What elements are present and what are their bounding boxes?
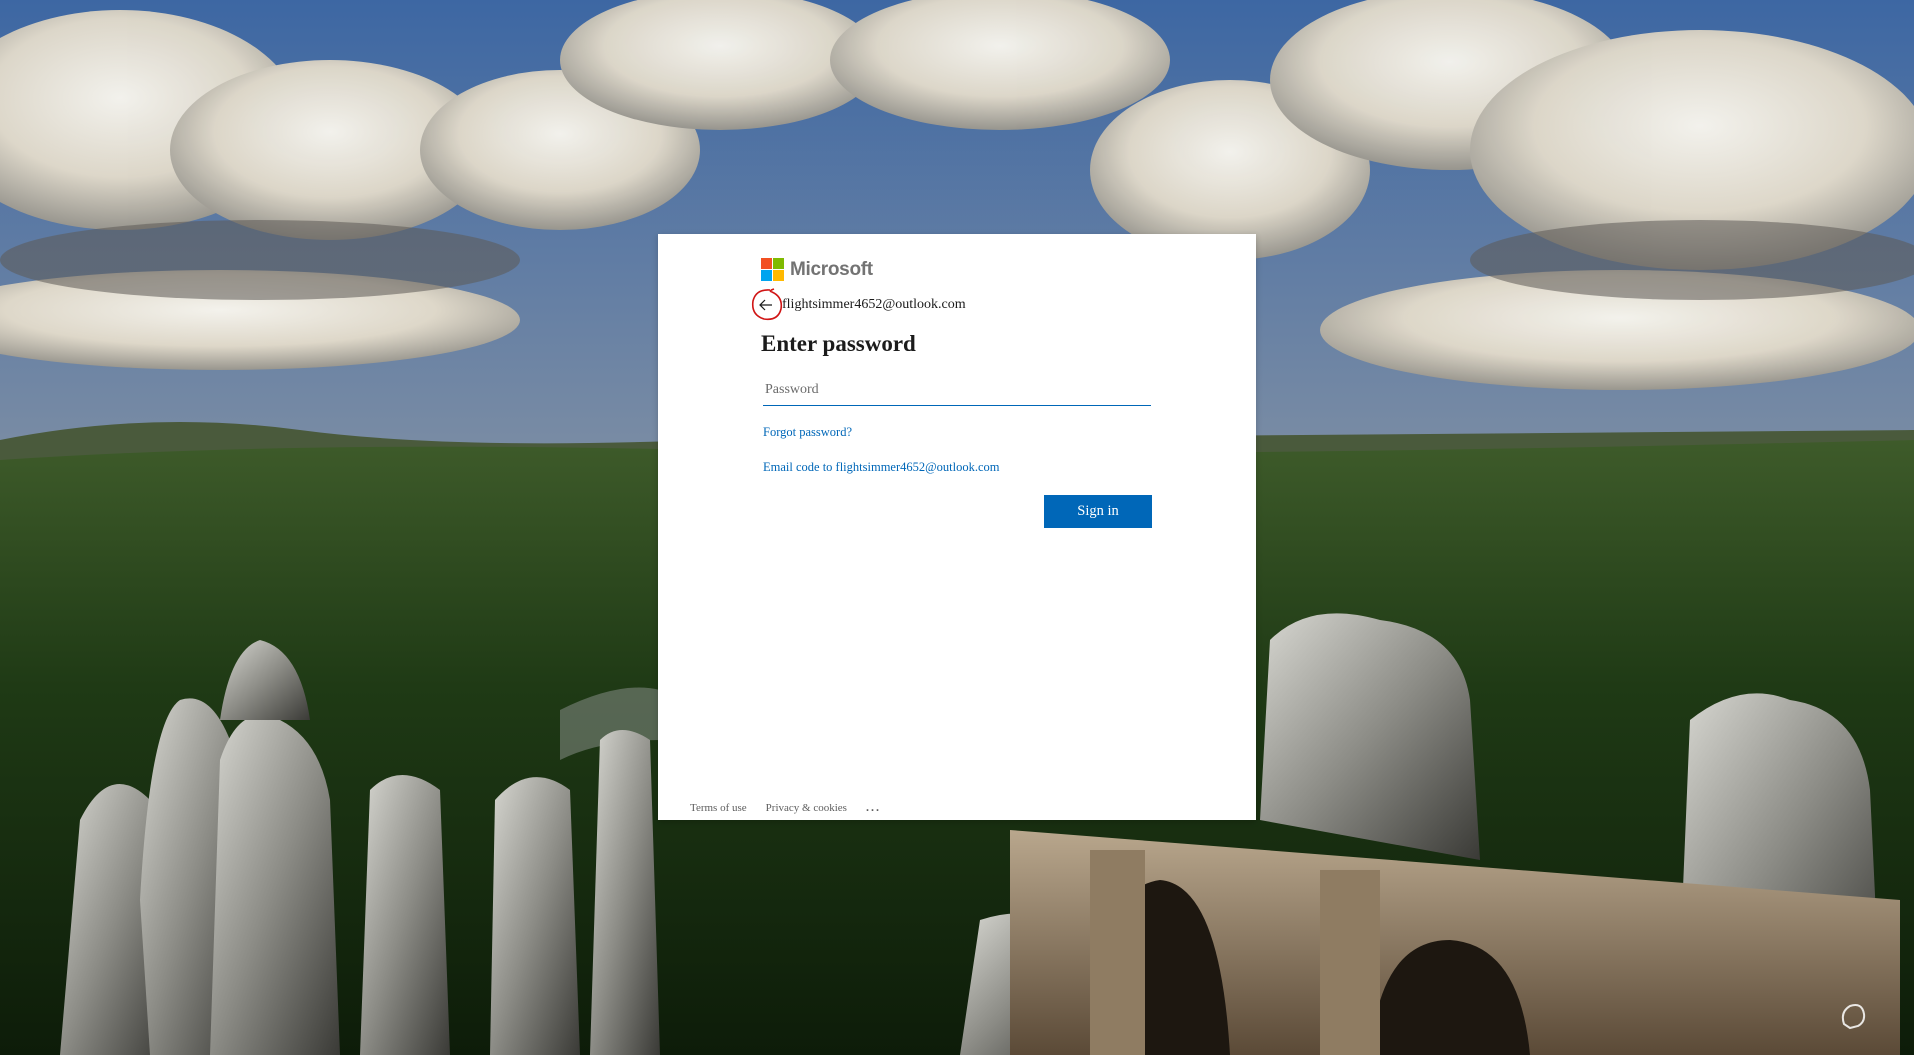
forgot-password-link[interactable]: Forgot password?	[763, 425, 852, 440]
accessibility-icon[interactable]	[1834, 998, 1870, 1034]
logo-square-red	[761, 258, 772, 269]
terms-of-use-link[interactable]: Terms of use	[690, 802, 747, 814]
logo-square-yellow	[773, 270, 784, 281]
logo-square-green	[773, 258, 784, 269]
microsoft-logo	[761, 258, 784, 281]
password-input[interactable]	[763, 375, 1151, 406]
logo-square-blue	[761, 270, 772, 281]
privacy-cookies-link[interactable]: Privacy & cookies	[766, 802, 847, 814]
identity-email: flightsimmer4652@outlook.com	[782, 297, 966, 312]
brand-name: Microsoft	[790, 258, 873, 280]
red-annotation-circle	[751, 288, 783, 321]
email-code-link[interactable]: Email code to flightsimmer4652@outlook.c…	[763, 460, 999, 475]
page-title: Enter password	[761, 331, 916, 356]
identity-banner: flightsimmer4652@outlook.com	[751, 288, 966, 321]
signin-card: Microsoft flightsimmer4652@outlook.com E…	[658, 234, 1256, 820]
footer: Terms of use Privacy & cookies ...	[690, 800, 881, 815]
brand: Microsoft	[761, 258, 873, 281]
back-button[interactable]	[751, 288, 783, 321]
more-options-button[interactable]: ...	[866, 800, 881, 815]
sign-in-button[interactable]: Sign in	[1044, 495, 1152, 528]
